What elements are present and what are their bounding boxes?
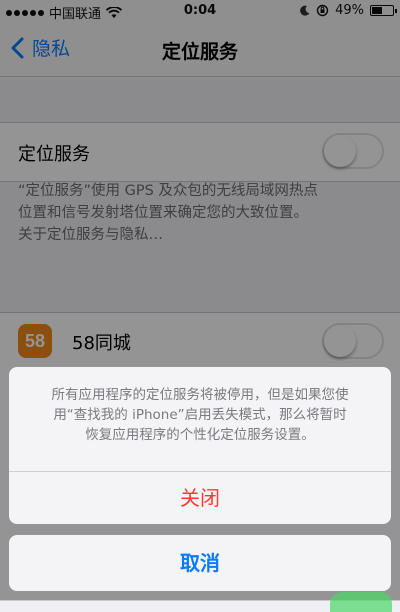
action-sheet-message: 所有应用程序的定位服务将被停用，但是如果您使 用“查找我的 iPhone”启用丢… — [51, 387, 349, 443]
app-location-toggle-on — [330, 592, 392, 612]
cancel-button[interactable]: 取消 — [9, 535, 391, 591]
action-sheet: 所有应用程序的定位服务将被停用，但是如果您使 用“查找我的 iPhone”启用丢… — [9, 367, 391, 524]
turn-off-button[interactable]: 关闭 — [9, 472, 391, 524]
